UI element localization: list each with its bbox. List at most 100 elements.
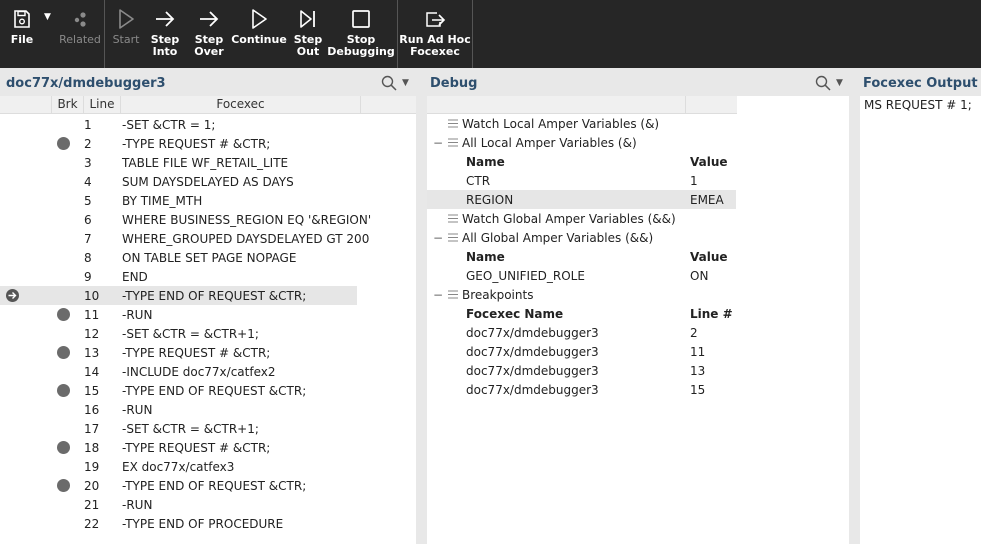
code-line[interactable]: 17 -SET &CTR = &CTR+1;: [0, 419, 357, 438]
code-line[interactable]: 3 TABLE FILE WF_RETAIL_LITE: [0, 153, 357, 172]
breakpoint-icon[interactable]: [57, 137, 70, 150]
splitter[interactable]: [416, 96, 427, 544]
column-heading: Name: [466, 250, 505, 264]
variable-row[interactable]: doc77x/dmdebugger3 15: [427, 380, 736, 399]
step-out-button[interactable]: Step Out: [287, 0, 329, 68]
line-number: 2: [84, 137, 92, 151]
code-line[interactable]: 21 -RUN: [0, 495, 357, 514]
run-ad-hoc-label: Run Ad Hoc Focexec: [399, 33, 471, 58]
code-text: -RUN: [122, 308, 153, 322]
search-icon[interactable]: [814, 74, 832, 92]
code-line[interactable]: 7 WHERE_GROUPED DAYSDELAYED GT 200: [0, 229, 369, 248]
file-dropdown-icon[interactable]: ▼: [44, 0, 56, 68]
chevron-down-icon[interactable]: ▼: [836, 78, 843, 88]
code-line[interactable]: 2 -TYPE REQUEST # &CTR;: [0, 134, 357, 153]
step-into-button[interactable]: Step Into: [143, 0, 187, 68]
code-line[interactable]: 1 -SET &CTR = 1;: [0, 115, 357, 134]
splitter[interactable]: [849, 96, 860, 544]
continue-button[interactable]: Continue: [231, 0, 287, 68]
line-number: 16: [84, 403, 100, 417]
column-brk[interactable]: Brk: [52, 96, 84, 114]
arrow-right-icon: [200, 11, 219, 27]
tree-node[interactable]: Watch Global Amper Variables (&&): [427, 209, 736, 228]
variable-value: 11: [690, 345, 706, 359]
code-line[interactable]: 8 ON TABLE SET PAGE NOPAGE: [0, 248, 357, 267]
stop-debugging-button[interactable]: Stop Debugging: [327, 0, 395, 68]
collapse-icon[interactable]: −: [433, 288, 443, 302]
variable-row[interactable]: doc77x/dmdebugger3 2: [427, 323, 736, 342]
collapse-icon[interactable]: −: [433, 136, 443, 150]
line-number: 9: [84, 270, 92, 284]
variable-row[interactable]: GEO_UNIFIED_ROLE ON: [427, 266, 736, 285]
code-line[interactable]: 16 -RUN: [0, 400, 357, 419]
play-outline-icon: [252, 9, 267, 29]
tree-node[interactable]: − All Local Amper Variables (&): [427, 133, 736, 152]
code-line[interactable]: 6 WHERE BUSINESS_REGION EQ '&REGION': [0, 210, 371, 229]
toolbar-group-run: Run Ad Hoc Focexec: [398, 0, 473, 68]
code-line[interactable]: 12 -SET &CTR = &CTR+1;: [0, 324, 357, 343]
breakpoint-icon[interactable]: [57, 479, 70, 492]
search-icon[interactable]: [380, 74, 398, 92]
code-line[interactable]: 13 -TYPE REQUEST # &CTR;: [0, 343, 357, 362]
line-number: 7: [84, 232, 92, 246]
code-text: WHERE_GROUPED DAYSDELAYED GT 200: [122, 232, 370, 246]
continue-label: Continue: [231, 33, 287, 46]
tree-node-icon: [448, 214, 458, 223]
tree-node-label: Breakpoints: [462, 288, 534, 302]
breakpoint-icon[interactable]: [57, 384, 70, 397]
code-line[interactable]: 18 -TYPE REQUEST # &CTR;: [0, 438, 357, 457]
variable-row[interactable]: doc77x/dmdebugger3 13: [427, 361, 736, 380]
variable-table-header[interactable]: Name Value: [427, 152, 736, 171]
play-outline-icon: [119, 9, 134, 29]
tree-node[interactable]: − Breakpoints: [427, 285, 736, 304]
line-number: 19: [84, 460, 100, 474]
column-heading: Value: [690, 155, 728, 169]
tree-node[interactable]: − All Global Amper Variables (&&): [427, 228, 736, 247]
code-text: -TYPE REQUEST # &CTR;: [122, 346, 271, 360]
code-line[interactable]: 15 -TYPE END OF REQUEST &CTR;: [0, 381, 357, 400]
variable-table-header[interactable]: Focexec Name Line #: [427, 304, 736, 323]
code-line[interactable]: 19 EX doc77x/catfex3: [0, 457, 357, 476]
debug-column-1: [427, 96, 686, 114]
column-heading: Line #: [690, 307, 733, 321]
step-out-icon: [300, 10, 315, 28]
file-button[interactable]: File: [0, 0, 44, 68]
code-line[interactable]: 10 -TYPE END OF REQUEST &CTR;: [0, 286, 357, 305]
variable-table-header[interactable]: Name Value: [427, 247, 736, 266]
variable-row[interactable]: doc77x/dmdebugger3 11: [427, 342, 736, 361]
run-ad-hoc-button[interactable]: Run Ad Hoc Focexec: [398, 0, 472, 68]
collapse-icon[interactable]: −: [433, 231, 443, 245]
chevron-down-icon[interactable]: ▼: [402, 78, 409, 88]
variable-value: 15: [690, 383, 706, 397]
breakpoint-icon[interactable]: [57, 308, 70, 321]
code-text: END: [122, 270, 148, 284]
code-text: -TYPE END OF REQUEST &CTR;: [122, 384, 307, 398]
code-line[interactable]: 5 BY TIME_MTH: [0, 191, 357, 210]
column-line[interactable]: Line: [84, 96, 121, 114]
variable-row[interactable]: CTR 1: [427, 171, 736, 190]
code-line[interactable]: 20 -TYPE END OF REQUEST &CTR;: [0, 476, 357, 495]
tree-node-icon: [448, 233, 458, 242]
step-over-button[interactable]: Step Over: [187, 0, 231, 68]
code-line[interactable]: 22 -TYPE END OF PROCEDURE: [0, 514, 357, 533]
tree-node-label: All Global Amper Variables (&&): [462, 231, 654, 245]
line-number: 12: [84, 327, 100, 341]
tree-node-icon: [448, 138, 458, 147]
code-line[interactable]: 4 SUM DAYSDELAYED AS DAYS: [0, 172, 357, 191]
code-line[interactable]: 14 -INCLUDE doc77x/catfex2: [0, 362, 357, 381]
run-export-icon: [426, 12, 446, 27]
tree-node[interactable]: Watch Local Amper Variables (&): [427, 114, 736, 133]
file-label: File: [10, 33, 34, 46]
variable-value: 13: [690, 364, 706, 378]
code-line[interactable]: 11 -RUN: [0, 305, 357, 324]
editor-header-tools: ▼: [380, 74, 409, 92]
column-focexec[interactable]: Focexec: [121, 96, 361, 114]
related-button[interactable]: Related: [56, 0, 104, 68]
code-text: SUM DAYSDELAYED AS DAYS: [122, 175, 294, 189]
breakpoint-icon[interactable]: [57, 441, 70, 454]
code-line[interactable]: 9 END: [0, 267, 357, 286]
variable-row[interactable]: REGION EMEA: [427, 190, 736, 209]
start-button[interactable]: Start: [109, 0, 143, 68]
breakpoint-icon[interactable]: [57, 346, 70, 359]
tree-node-label: Watch Global Amper Variables (&&): [462, 212, 676, 226]
